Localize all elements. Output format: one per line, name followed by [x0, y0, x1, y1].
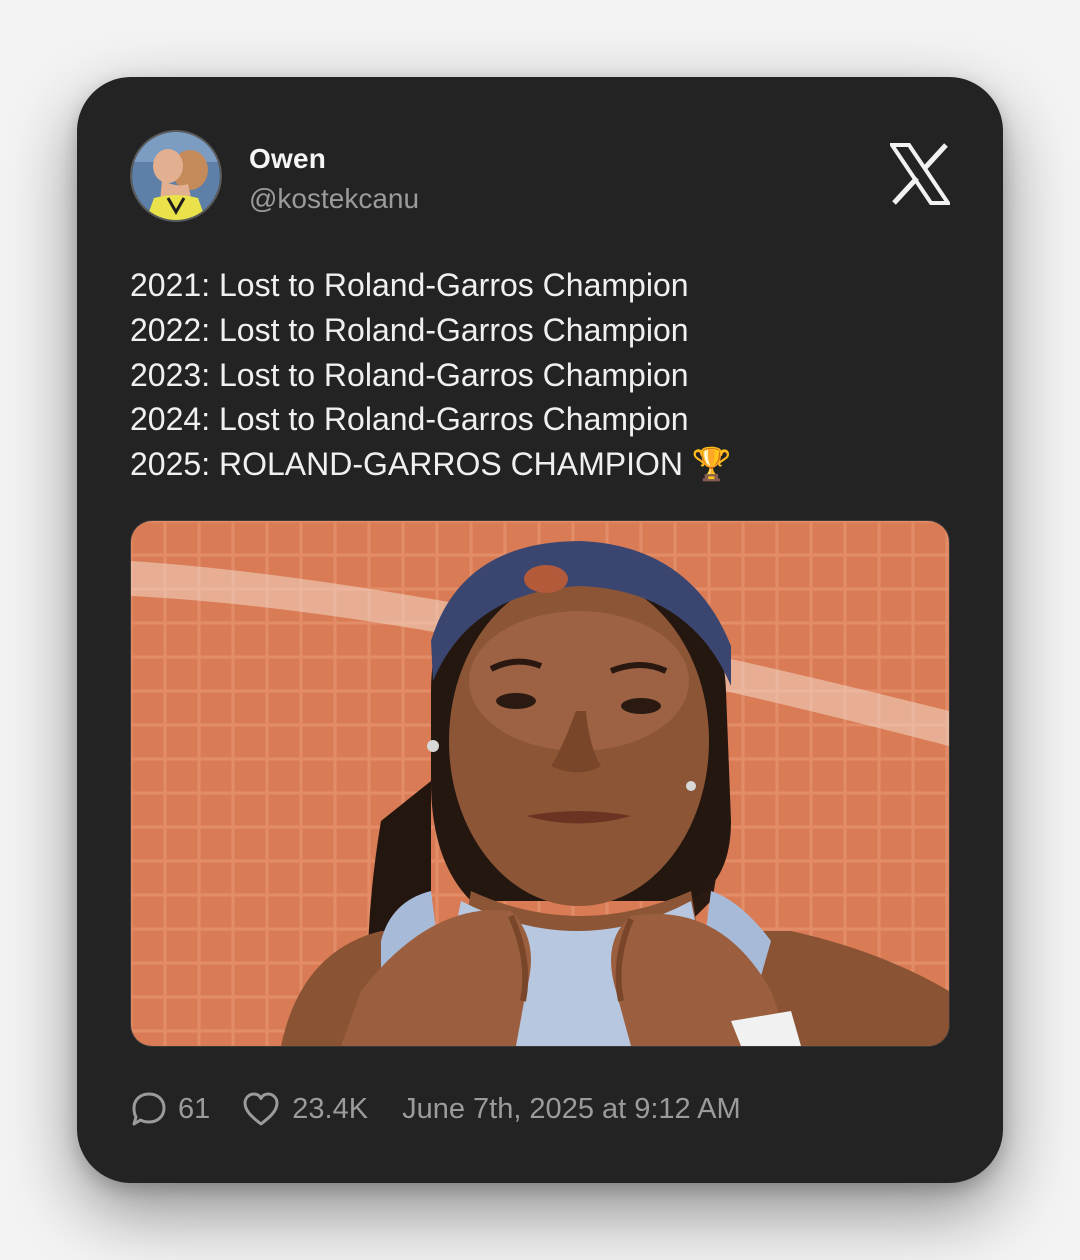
- heart-icon: [243, 1092, 279, 1126]
- tweet-footer: 61 23.4K June 7th, 2025 at 9:12 AM: [130, 1090, 741, 1128]
- author-name[interactable]: Owen: [249, 143, 326, 175]
- tweet-line: 2023: Lost to Roland-Garros Champion: [130, 356, 689, 393]
- tweet-line: 2021: Lost to Roland-Garros Champion: [130, 267, 689, 303]
- avatar[interactable]: [130, 130, 222, 222]
- avatar-photo: [132, 132, 220, 220]
- like-stat[interactable]: 23.4K: [242, 1091, 402, 1127]
- tweet-image[interactable]: [130, 520, 950, 1047]
- tweet-text: 2021: Lost to Roland-Garros Champion 202…: [130, 263, 950, 487]
- tweet-card[interactable]: Owen @kostekcanu 2021: Lost to Roland-Ga…: [77, 77, 1003, 1183]
- tweet-line: 2025: ROLAND-GARROS CHAMPION 🏆: [130, 446, 732, 483]
- tweet-line: 2022: Lost to Roland-Garros Champion: [130, 311, 689, 348]
- tweet-photo: [131, 521, 949, 1046]
- author-handle[interactable]: @kostekcanu: [249, 183, 419, 215]
- reply-count: 61: [178, 1092, 211, 1125]
- x-logo-icon[interactable]: [888, 143, 952, 205]
- speech-bubble-icon: [132, 1092, 166, 1126]
- timestamp[interactable]: June 7th, 2025 at 9:12 AM: [402, 1093, 741, 1126]
- like-count: 23.4K: [292, 1092, 369, 1125]
- reply-stat[interactable]: 61: [130, 1090, 242, 1128]
- tweet-line: 2024: Lost to Roland-Garros Champion: [130, 401, 689, 438]
